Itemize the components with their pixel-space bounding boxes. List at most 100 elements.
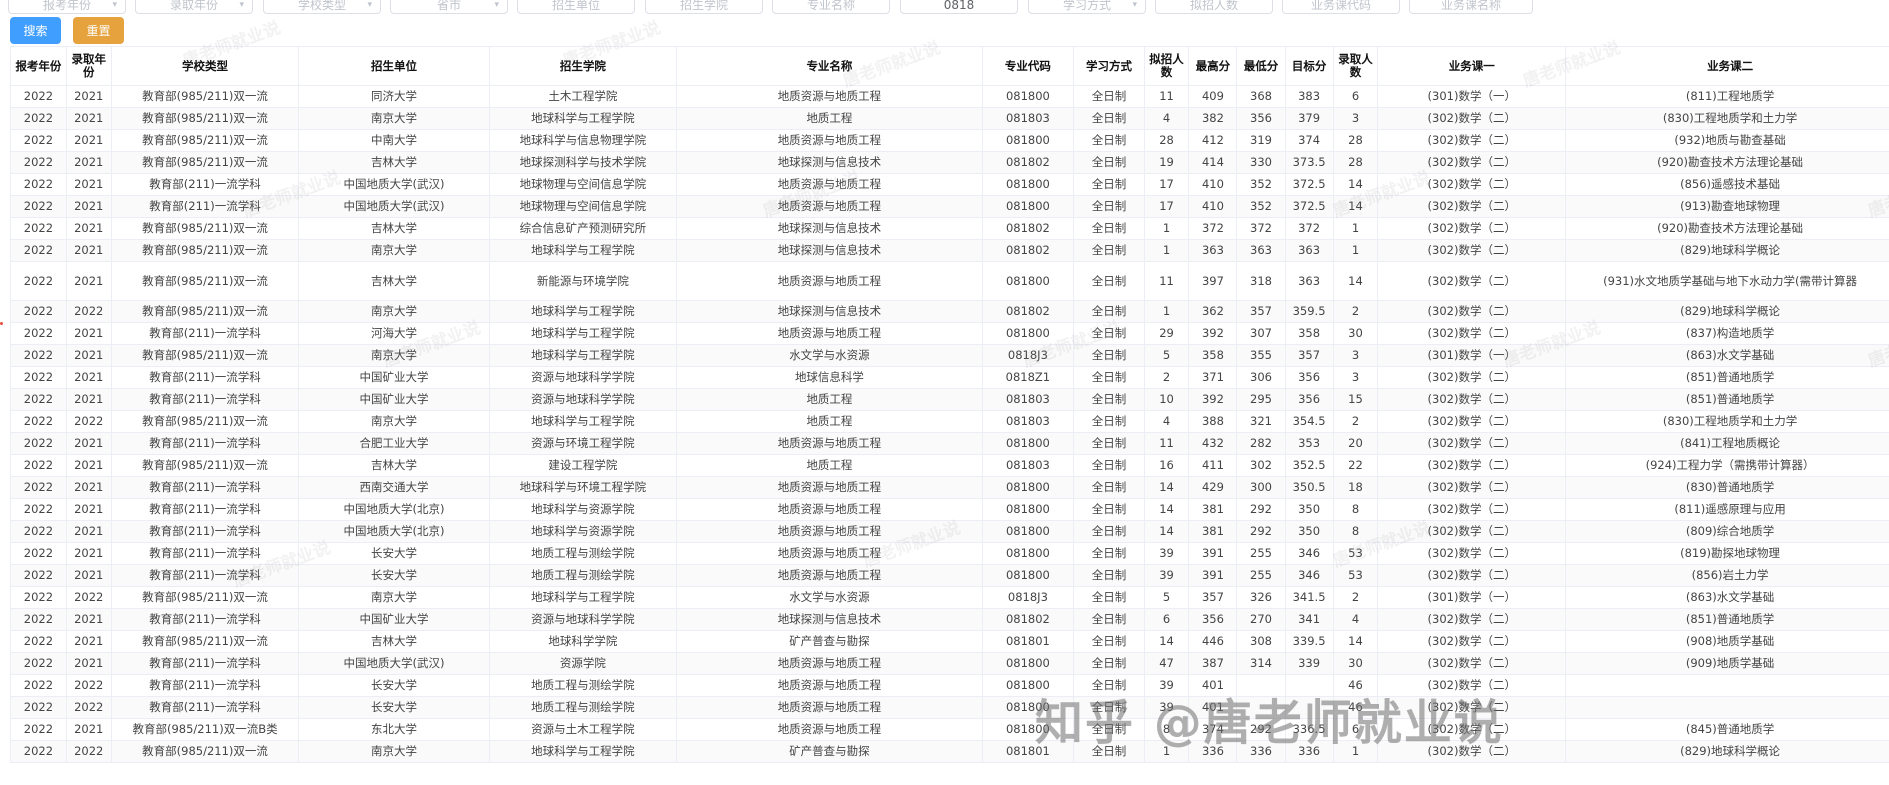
filter-5-input[interactable]: 招生单位 [517,0,635,14]
table-cell: 2021 [65,652,112,675]
table-cell: 2022 [10,85,67,108]
table-cell: 2022 [10,195,67,218]
table-row[interactable]: 2022 2021 教育部(985/211)双一流 吉林大学 建设工程学院 地质工程 081… [10,454,1889,477]
table-row[interactable]: 2022 2021 教育部(211)一流学科 合肥工业大学 资源与环境工程学院 地质资源与… [10,432,1889,455]
table-row[interactable]: 2022 2022 教育部(211)一流学科 长安大学 地质工程与测绘学院 地质资源与地质… [10,696,1889,719]
filter-11-input[interactable]: 业务课代码 [1282,0,1400,14]
column-header[interactable]: 拟招人数 [1143,46,1190,86]
column-header[interactable]: 最高分 [1188,46,1238,86]
column-header[interactable]: 最低分 [1236,46,1286,86]
table-row[interactable]: 2022 2022 教育部(985/211)双一流 南京大学 地球科学与工程学院 地球探测… [10,300,1889,323]
table-row[interactable]: 2022 2021 教育部(211)一流学科 中国地质大学(武汉) 地球物理与空间信息学… [10,173,1889,196]
table-row[interactable]: 2022 2022 教育部(985/211)双一流 南京大学 地球科学与工程学院 地质工程… [10,410,1889,433]
table-row[interactable]: 2022 2021 教育部(985/211)双一流 吉林大学 地球探测科学与技术学院 地球… [10,151,1889,174]
reset-button[interactable]: 重置 [73,17,124,44]
table-row[interactable]: 2022 2021 教育部(985/211)双一流 同济大学 土木工程学院 地质资源与地质… [10,85,1889,108]
table-cell: 28 [1332,129,1379,152]
table-cell: 319 [1236,129,1286,152]
table-cell: 建设工程学院 [488,454,678,477]
table-cell: 2022 [10,107,67,130]
table-row[interactable]: 2022 2021 教育部(985/211)双一流 中南大学 地球科学与信息物理学院 地质… [10,129,1889,152]
column-header[interactable]: 专业名称 [676,46,983,86]
table-cell: 14 [1332,173,1379,196]
filter-6-input[interactable]: 招生学院 [645,0,763,14]
table-cell: 长安大学 [298,674,490,697]
table-row[interactable]: 2022 2021 教育部(985/211)双一流 南京大学 地球科学与工程学院 地质工程… [10,107,1889,130]
table-cell: (851)普通地质学 [1565,608,1889,631]
table-cell: 地质资源与地质工程 [676,718,983,741]
filter-10-input[interactable]: 拟招人数 [1155,0,1273,14]
table-cell: 全日制 [1073,520,1145,543]
column-header[interactable]: 专业代码 [981,46,1075,86]
table-cell [1236,674,1286,697]
table-cell: 14 [1143,520,1190,543]
table-row[interactable]: 2022 2021 教育部(985/211)双一流 南京大学 地球科学与工程学院 水文学与… [10,344,1889,367]
table-cell: 吉林大学 [298,151,490,174]
table-row[interactable]: 2022 2021 教育部(211)一流学科 中国地质大学(北京) 地球科学与资源学院地… [10,498,1889,521]
table-row[interactable]: 2022 2021 教育部(211)一流学科 中国地质大学(北京) 地球科学与资源学院地… [10,520,1889,543]
table-row[interactable]: 2022 2021 教育部(985/211)双一流 吉林大学 新能源与环境学院 地质资源与… [10,261,1889,301]
table-cell: 中国矿业大学 [298,388,490,411]
filter-4-select[interactable]: 省市 ▾ [390,0,508,14]
filter-8-input[interactable]: 0818 [900,0,1018,14]
table-row[interactable]: 2022 2021 教育部(985/211)双一流B类 东北大学 资源与土木工程学院 地质… [10,718,1889,741]
table-cell [1284,674,1334,697]
table-row[interactable]: 2022 2022 教育部(985/211)双一流 南京大学 地球科学与工程学院 水文学与… [10,586,1889,609]
column-header[interactable]: 目标分 [1284,46,1334,86]
filter-3-select[interactable]: 学校类型 ▾ [263,0,381,14]
filter-9-select[interactable]: 学习方式 ▾ [1028,0,1146,14]
table-cell: 地球科学与工程学院 [488,740,678,763]
table-row[interactable]: 2022 2021 教育部(211)一流学科 中国矿业大学 资源与地球科学学院 地球探测与… [10,608,1889,631]
filter-7-input[interactable]: 专业名称 [772,0,890,14]
table-row[interactable]: 2022 2021 教育部(985/211)双一流 吉林大学 地球科学学院 矿产普查与勘探… [10,630,1889,653]
column-header[interactable]: 业务课一 [1377,46,1567,86]
table-row[interactable]: 2022 2021 教育部(211)一流学科 中国矿业大学 资源与地球科学学院 地球信息科… [10,366,1889,389]
table-cell: 中国地质大学(北京) [298,498,490,521]
table-cell: 地质资源与地质工程 [676,432,983,455]
table-cell: (932)地质与勘查基础 [1565,129,1889,152]
filter-1-select[interactable]: 报考年份 ▾ [8,0,126,14]
filter-12-input[interactable]: 业务课名称 [1409,0,1533,14]
table-cell: 362 [1188,300,1238,323]
table-row[interactable]: 2022 2021 教育部(985/211)双一流 南京大学 地球科学与工程学院 地球探测… [10,239,1889,262]
column-header[interactable]: 学习方式 [1073,46,1145,86]
column-header[interactable]: 录取人数 [1332,46,1379,86]
table-row[interactable]: 2022 2021 教育部(985/211)双一流 吉林大学 综合信息矿产预测研究所 地球… [10,217,1889,240]
table-row[interactable]: 2022 2022 教育部(211)一流学科 长安大学 地质工程与测绘学院 地质资源与地质… [10,674,1889,697]
table-cell: 081800 [981,432,1075,455]
table-cell: 2 [1332,300,1379,323]
table-cell: 全日制 [1073,173,1145,196]
filter-bar: 报考年份 ▾ 录取年份 ▾ 学校类型 ▾ 省市 ▾ 招生单位 招生学院 专业名称 0818 学习方式 ▾ 拟… [0,0,1889,16]
table-row[interactable]: 2022 2021 教育部(211)一流学科 长安大学 地质工程与测绘学院 地质资源与地质… [10,542,1889,565]
table-row[interactable]: 2022 2021 教育部(211)一流学科 中国地质大学(武汉) 资源学院 地质资源与地… [10,652,1889,675]
table-cell: 南京大学 [298,586,490,609]
table-cell: 2022 [10,261,67,301]
table-cell: 081802 [981,300,1075,323]
table-cell: 地质工程与测绘学院 [488,542,678,565]
table-row[interactable]: 2022 2022 教育部(985/211)双一流 南京大学 地球科学与工程学院 矿产普查… [10,740,1889,763]
table-cell: 地质资源与地质工程 [676,129,983,152]
column-header[interactable]: 招生单位 [298,46,490,86]
table-cell: 中国地质大学(北京) [298,520,490,543]
table-row[interactable]: 2022 2021 教育部(211)一流学科 中国矿业大学 资源与地球科学学院 地质工程 0… [10,388,1889,411]
table-cell: (913)勘查地球物理 [1565,195,1889,218]
search-button[interactable]: 搜索 [10,17,61,44]
column-header[interactable]: 报考年份 [10,46,67,86]
table-row[interactable]: 2022 2021 教育部(211)一流学科 长安大学 地质工程与测绘学院 地质资源与地质… [10,564,1889,587]
table-cell: 391 [1188,542,1238,565]
table-cell: 53 [1332,542,1379,565]
filter-2-select[interactable]: 录取年份 ▾ [135,0,253,14]
table-cell: 081800 [981,261,1075,301]
table-cell: 17 [1143,195,1190,218]
table-cell: 2 [1143,366,1190,389]
table-row[interactable]: 2022 2021 教育部(211)一流学科 西南交通大学 地球科学与环境工程学院 地质资… [10,476,1889,499]
column-header[interactable]: 录取年份 [65,46,112,86]
table-row[interactable]: 2022 2021 教育部(211)一流学科 中国地质大学(武汉) 地球物理与空间信息学… [10,195,1889,218]
table-cell: 0818J3 [981,344,1075,367]
column-header[interactable]: 招生学院 [488,46,678,86]
table-row[interactable]: 2022 2021 教育部(211)一流学科 河海大学 地球科学与工程学院 地质资源与地质… [10,322,1889,345]
column-header[interactable]: 业务课二 [1565,46,1889,86]
column-header[interactable]: 学校类型 [110,46,300,86]
table-cell: 全日制 [1073,652,1145,675]
table-cell: 1 [1332,239,1379,262]
